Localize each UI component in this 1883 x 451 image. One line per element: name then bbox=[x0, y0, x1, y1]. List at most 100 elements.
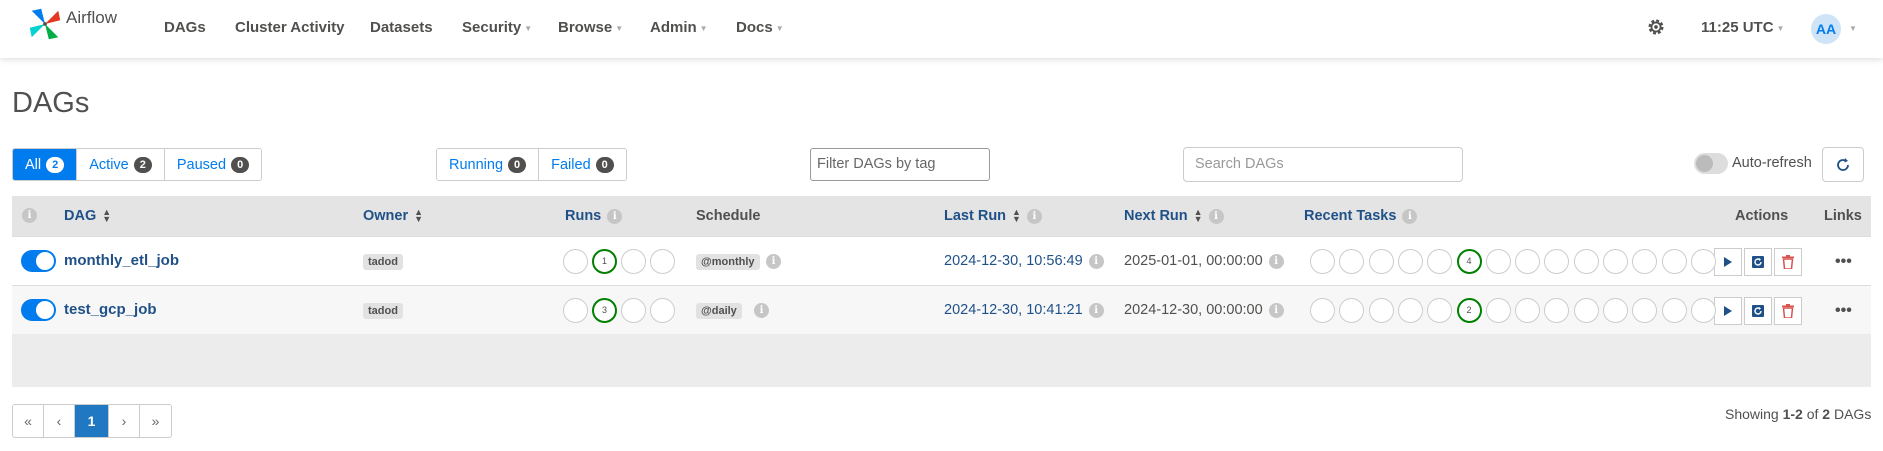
nav-docs[interactable]: Docs ▼ bbox=[736, 19, 784, 36]
page-next-button[interactable]: › bbox=[109, 405, 140, 437]
task-status-circle[interactable] bbox=[1485, 249, 1511, 274]
auto-refresh-toggle[interactable] bbox=[1694, 153, 1728, 174]
filter-all-button[interactable]: All 2 bbox=[13, 149, 78, 180]
filter-running-button[interactable]: Running 0 bbox=[437, 149, 540, 180]
run-status-circle[interactable] bbox=[563, 249, 588, 274]
search-input[interactable]: Search DAGs bbox=[1183, 147, 1463, 182]
more-links-icon[interactable]: ••• bbox=[1835, 253, 1852, 271]
last-run-link[interactable]: 2024-12-30, 10:41:21 i bbox=[944, 302, 1104, 318]
task-status-circle[interactable] bbox=[1339, 298, 1365, 323]
info-icon[interactable]: i bbox=[1268, 302, 1284, 318]
schedule-badge[interactable]: @monthly bbox=[696, 254, 760, 270]
delete-dag-button[interactable] bbox=[1774, 297, 1802, 325]
pinwheel-icon bbox=[29, 8, 61, 40]
task-status-circle[interactable] bbox=[1515, 298, 1541, 323]
trigger-dag-button[interactable] bbox=[1714, 297, 1742, 325]
dag-id-link[interactable]: monthly_etl_job bbox=[64, 252, 179, 269]
info-icon[interactable]: i bbox=[1088, 302, 1104, 318]
task-status-circle[interactable] bbox=[1368, 298, 1394, 323]
nav-browse[interactable]: Browse ▼ bbox=[558, 19, 623, 36]
filter-failed-button[interactable]: Failed 0 bbox=[539, 149, 626, 180]
task-status-circle[interactable] bbox=[1368, 249, 1394, 274]
page-first-button[interactable]: « bbox=[13, 405, 44, 437]
delete-dag-button[interactable] bbox=[1774, 248, 1802, 276]
task-status-circle[interactable] bbox=[1310, 249, 1335, 274]
run-status-circle[interactable] bbox=[621, 249, 646, 274]
user-avatar[interactable]: AA bbox=[1811, 14, 1841, 44]
info-icon[interactable]: i bbox=[1088, 253, 1104, 269]
header-next-run[interactable]: Next Run ▲ ▼ i bbox=[1124, 208, 1224, 224]
run-status-circle[interactable] bbox=[621, 298, 646, 323]
task-status-circle[interactable] bbox=[1690, 249, 1716, 274]
run-filter-group: Running 0 Failed 0 bbox=[436, 148, 627, 181]
airflow-logo[interactable]: Airflow bbox=[26, 5, 117, 43]
task-status-circle[interactable] bbox=[1339, 249, 1365, 274]
info-icon[interactable]: i bbox=[1208, 208, 1224, 224]
toggle-knob bbox=[36, 252, 54, 270]
trigger-dag-button[interactable] bbox=[1714, 248, 1742, 276]
dag-id-link[interactable]: test_gcp_job bbox=[64, 301, 157, 318]
dag-pause-toggle[interactable] bbox=[21, 299, 56, 321]
task-status-circle[interactable] bbox=[1485, 298, 1511, 323]
page-last-button[interactable]: » bbox=[140, 405, 171, 437]
run-status-circle[interactable] bbox=[650, 249, 675, 274]
status-filter-group: All 2 Active 2 Paused 0 bbox=[12, 148, 263, 181]
info-icon[interactable]: i bbox=[607, 208, 623, 224]
run-status-circle[interactable] bbox=[563, 298, 588, 323]
info-icon[interactable]: i bbox=[766, 254, 781, 269]
info-icon[interactable]: i bbox=[754, 303, 769, 318]
task-status-circle[interactable] bbox=[1661, 249, 1687, 274]
task-status-circle[interactable] bbox=[1544, 249, 1570, 274]
task-status-circle[interactable] bbox=[1603, 298, 1628, 323]
gear-icon[interactable] bbox=[1645, 16, 1667, 38]
refresh-dag-button[interactable] bbox=[1744, 297, 1772, 325]
task-status-circle[interactable] bbox=[1632, 249, 1658, 274]
task-status-circle[interactable] bbox=[1603, 249, 1628, 274]
nav-security[interactable]: Security ▼ bbox=[462, 19, 532, 36]
run-status-circle[interactable]: 3 bbox=[592, 298, 617, 323]
owner-badge[interactable]: tadod bbox=[363, 303, 403, 319]
schedule-badge[interactable]: @daily bbox=[696, 303, 742, 319]
refresh-dag-button[interactable] bbox=[1744, 248, 1772, 276]
page-prev-button[interactable]: ‹ bbox=[44, 405, 75, 437]
header-dag[interactable]: DAG ▲ ▼ bbox=[64, 208, 111, 225]
last-run-link[interactable]: 2024-12-30, 10:56:49 i bbox=[944, 253, 1104, 269]
task-status-circle[interactable] bbox=[1397, 249, 1423, 274]
task-status-circle[interactable]: 2 bbox=[1456, 298, 1482, 323]
run-status-circle[interactable]: 1 bbox=[592, 249, 617, 274]
task-status-circle[interactable] bbox=[1427, 298, 1453, 323]
run-status-circle[interactable] bbox=[650, 298, 675, 323]
dag-pause-toggle[interactable] bbox=[21, 250, 56, 272]
info-icon[interactable]: i bbox=[1026, 208, 1042, 224]
filter-active-button[interactable]: Active 2 bbox=[77, 149, 165, 180]
info-icon[interactable]: i bbox=[22, 208, 37, 223]
owner-badge[interactable]: tadod bbox=[363, 254, 403, 270]
header-last-run[interactable]: Last Run ▲ ▼ i bbox=[944, 208, 1042, 224]
info-icon[interactable]: i bbox=[1402, 208, 1418, 224]
task-status-circle[interactable] bbox=[1690, 298, 1716, 323]
filter-paused-button[interactable]: Paused 0 bbox=[164, 149, 262, 180]
more-links-icon[interactable]: ••• bbox=[1835, 302, 1852, 320]
task-status-circle[interactable] bbox=[1544, 298, 1570, 323]
task-status-circle[interactable] bbox=[1573, 298, 1599, 323]
nav-dags[interactable]: DAGs bbox=[164, 19, 206, 36]
nav-cluster-activity[interactable]: Cluster Activity bbox=[235, 19, 344, 36]
chevron-down-icon[interactable]: ▼ bbox=[1849, 24, 1857, 33]
task-status-circle[interactable] bbox=[1310, 298, 1335, 323]
task-status-circle[interactable] bbox=[1573, 249, 1599, 274]
task-status-circle[interactable] bbox=[1397, 298, 1423, 323]
nav-datasets[interactable]: Datasets bbox=[370, 19, 433, 36]
task-status-circle[interactable] bbox=[1632, 298, 1658, 323]
header-owner[interactable]: Owner ▲ ▼ bbox=[363, 208, 423, 225]
task-status-circle[interactable]: 4 bbox=[1456, 249, 1482, 274]
task-status-circle[interactable] bbox=[1661, 298, 1687, 323]
task-status-circle[interactable] bbox=[1427, 249, 1453, 274]
header-actions: Actions bbox=[1735, 208, 1789, 224]
task-status-circle[interactable] bbox=[1515, 249, 1541, 274]
tag-filter-input[interactable]: Filter DAGs by tag bbox=[810, 148, 990, 181]
refresh-button[interactable] bbox=[1822, 147, 1864, 182]
page-current-button[interactable]: 1 bbox=[75, 405, 109, 437]
info-icon[interactable]: i bbox=[1268, 253, 1284, 269]
clock-display[interactable]: 11:25 UTC ▼ bbox=[1701, 19, 1784, 36]
nav-admin[interactable]: Admin ▼ bbox=[650, 19, 708, 36]
